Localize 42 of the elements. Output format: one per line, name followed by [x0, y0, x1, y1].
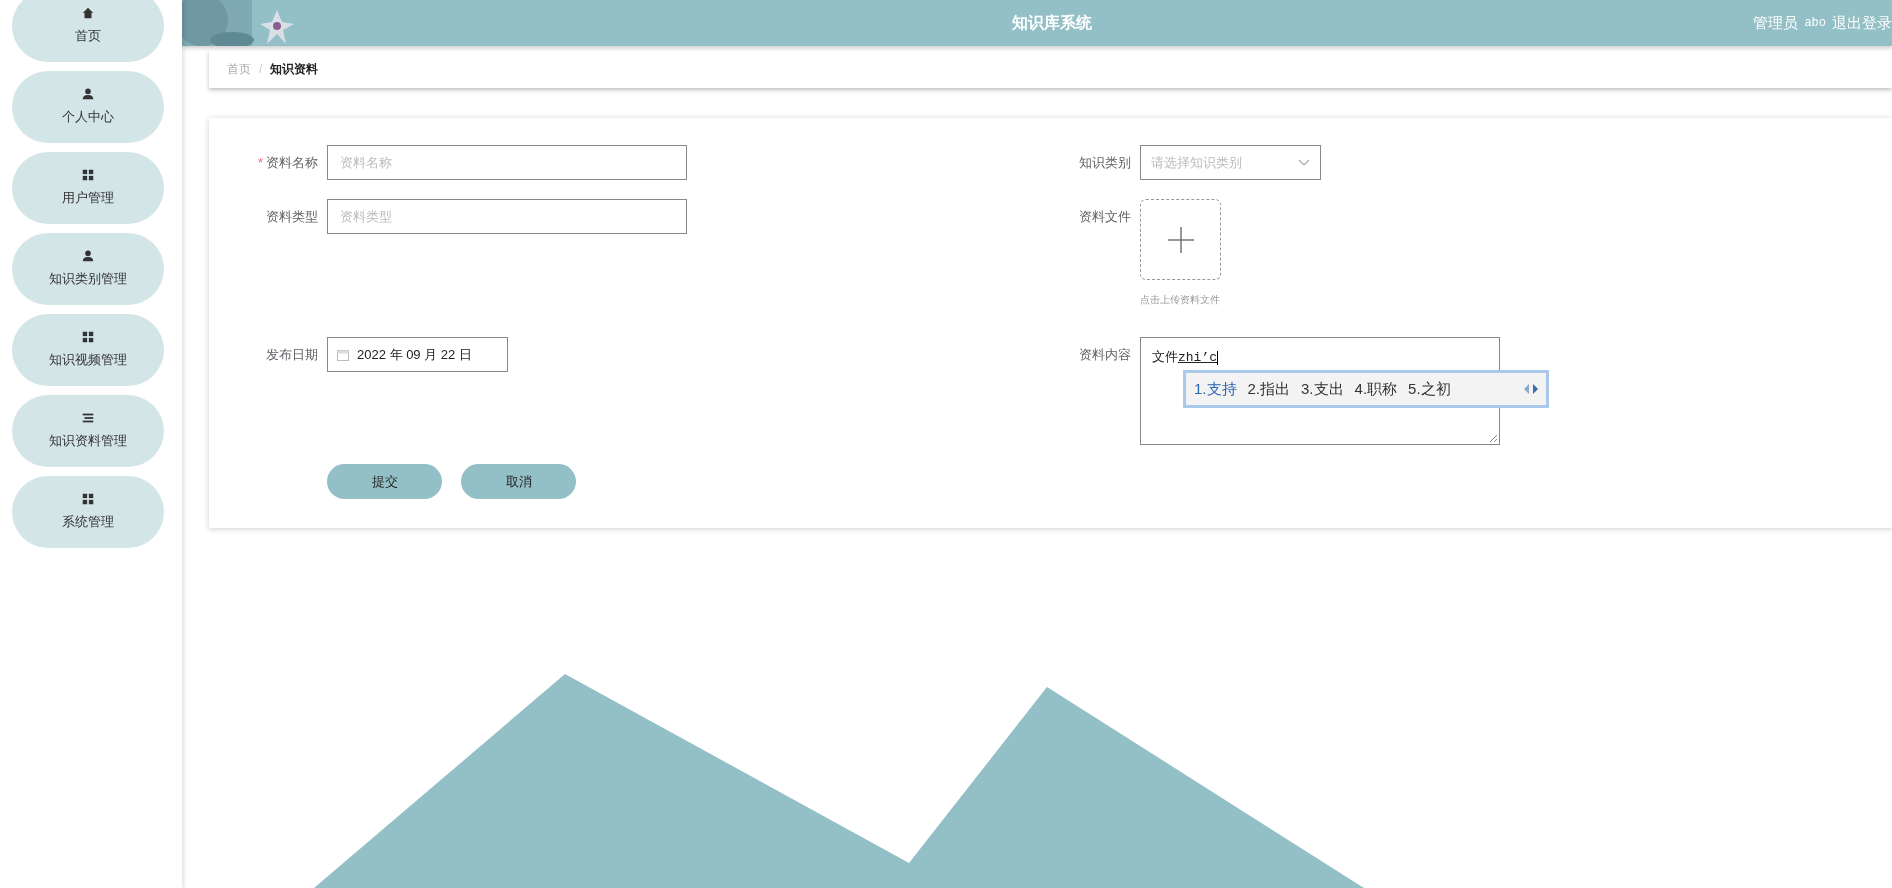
calendar-icon [337, 348, 349, 361]
chevron-down-icon [1298, 158, 1310, 167]
upload-hint: 点击上传资料文件 [1140, 293, 1221, 307]
field-label: 资料名称 [266, 153, 318, 172]
breadcrumb-separator: / [259, 61, 263, 78]
sidebar-item[interactable]: 系统管理 [12, 476, 164, 548]
plus-icon [1167, 226, 1194, 253]
sidebar-item[interactable]: 用户管理 [12, 152, 164, 224]
input-field[interactable]: 资料类型 [327, 199, 687, 234]
ime-candidate[interactable]: 1.支持 [1194, 377, 1237, 401]
required-mark: * [257, 153, 263, 172]
field-label: 资料类型 [266, 207, 318, 226]
submit-button[interactable]: 提交 [327, 464, 442, 499]
sidebar-item[interactable]: 知识类别管理 [12, 233, 164, 305]
sidebar-item[interactable]: 知识视频管理 [12, 314, 164, 386]
home-icon [81, 6, 95, 21]
upload-box[interactable] [1140, 199, 1221, 280]
field-label: 资料内容 [1079, 345, 1131, 364]
ime-candidate[interactable]: 3.支出 [1301, 377, 1344, 401]
sidebar-item[interactable]: 个人中心 [12, 71, 164, 143]
ime-candidate[interactable]: 2.指出 [1247, 377, 1291, 401]
grid-icon [81, 330, 95, 345]
date-field[interactable]: 2022 年 09 月 22 日 [327, 337, 508, 372]
grid-icon [81, 168, 95, 183]
field-label: 发布日期 [266, 345, 318, 364]
ime-candidate[interactable]: 5.之初 [1408, 377, 1451, 401]
grid-icon [81, 492, 95, 507]
user-icon [81, 249, 95, 264]
sidebar-item[interactable]: 知识资料管理 [12, 395, 164, 467]
field-label: 知识类别 [1079, 153, 1131, 172]
field-label: 资料文件 [1079, 207, 1131, 226]
app-title: 知识库系统 [1012, 13, 1092, 33]
resize-handle-icon[interactable] [1489, 434, 1497, 442]
page-arrows-icon[interactable] [1524, 384, 1538, 394]
ime-candidate[interactable]: 4.职称 [1354, 377, 1398, 401]
user-role: 管理员 [1753, 12, 1799, 33]
breadcrumb-current: 知识资料 [270, 61, 319, 78]
username: abo [1804, 15, 1826, 32]
cancel-button[interactable]: 取消 [461, 464, 576, 499]
input-field[interactable]: 资料名称 [327, 145, 687, 180]
sidebar-item[interactable]: 首页 [12, 0, 164, 62]
user-icon [81, 87, 95, 102]
